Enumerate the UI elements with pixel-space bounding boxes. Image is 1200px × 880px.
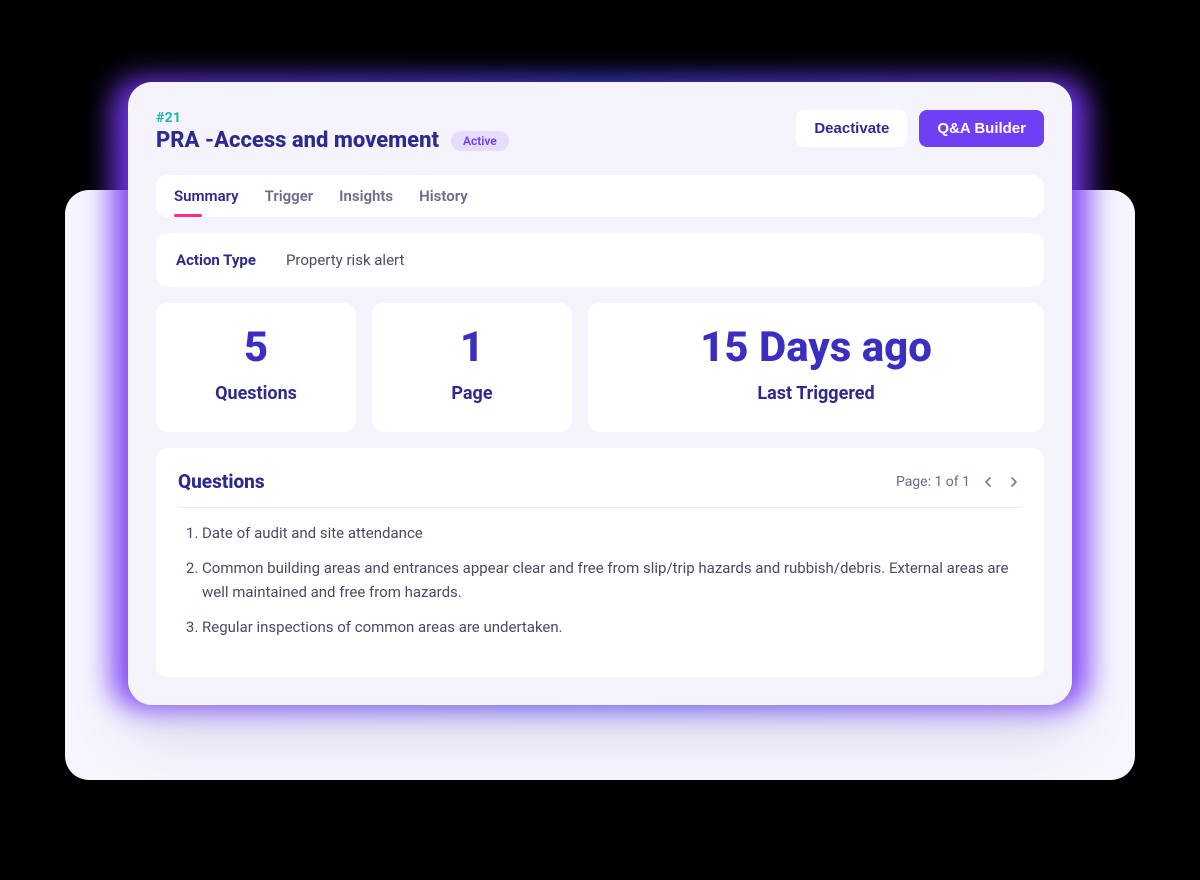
tab-trigger[interactable]: Trigger [265,187,314,217]
chevron-left-icon[interactable] [980,474,996,490]
deactivate-button[interactable]: Deactivate [796,110,907,147]
questions-pager: Page: 1 of 1 [896,474,1022,490]
stat-page-value: 1 [372,327,572,369]
header-actions: Deactivate Q&A Builder [796,110,1044,147]
stat-questions-value: 5 [156,327,356,369]
action-type-value: Property risk alert [286,251,404,269]
header-left: #21 PRA -Access and movement Active [156,110,509,153]
questions-title: Questions [178,470,265,493]
question-item: Date of audit and site attendance [202,522,1022,545]
divider [178,507,1022,508]
chevron-right-icon[interactable] [1006,474,1022,490]
page-title: PRA -Access and movement [156,128,439,153]
action-type-label: Action Type [176,251,256,269]
question-item: Regular inspections of common areas are … [202,616,1022,639]
title-row: PRA -Access and movement Active [156,128,509,153]
stat-page: 1 Page [372,303,572,432]
tab-bar: Summary Trigger Insights History [156,175,1044,217]
stat-last-triggered-label: Last Triggered [588,383,1044,404]
questions-page-text: Page: 1 of 1 [896,474,970,490]
qa-builder-button[interactable]: Q&A Builder [919,110,1044,147]
questions-list: Date of audit and site attendance Common… [178,522,1022,639]
stat-last-triggered: 15 Days ago Last Triggered [588,303,1044,432]
action-type-row: Action Type Property risk alert [156,233,1044,287]
record-id: #21 [156,110,509,126]
questions-card: Questions Page: 1 of 1 Date of audit and… [156,448,1044,677]
tab-insights[interactable]: Insights [339,187,393,217]
status-badge: Active [451,131,509,151]
summary-card: #21 PRA -Access and movement Active Deac… [128,82,1072,705]
stat-page-label: Page [372,383,572,404]
card-header: #21 PRA -Access and movement Active Deac… [156,110,1044,153]
tab-history[interactable]: History [419,187,468,217]
questions-header: Questions Page: 1 of 1 [178,470,1022,493]
stat-questions: 5 Questions [156,303,356,432]
tab-summary[interactable]: Summary [174,187,239,217]
stats-row: 5 Questions 1 Page 15 Days ago Last Trig… [156,303,1044,432]
stat-last-triggered-value: 15 Days ago [588,327,1044,369]
stat-questions-label: Questions [156,383,356,404]
question-item: Common building areas and entrances appe… [202,557,1022,604]
